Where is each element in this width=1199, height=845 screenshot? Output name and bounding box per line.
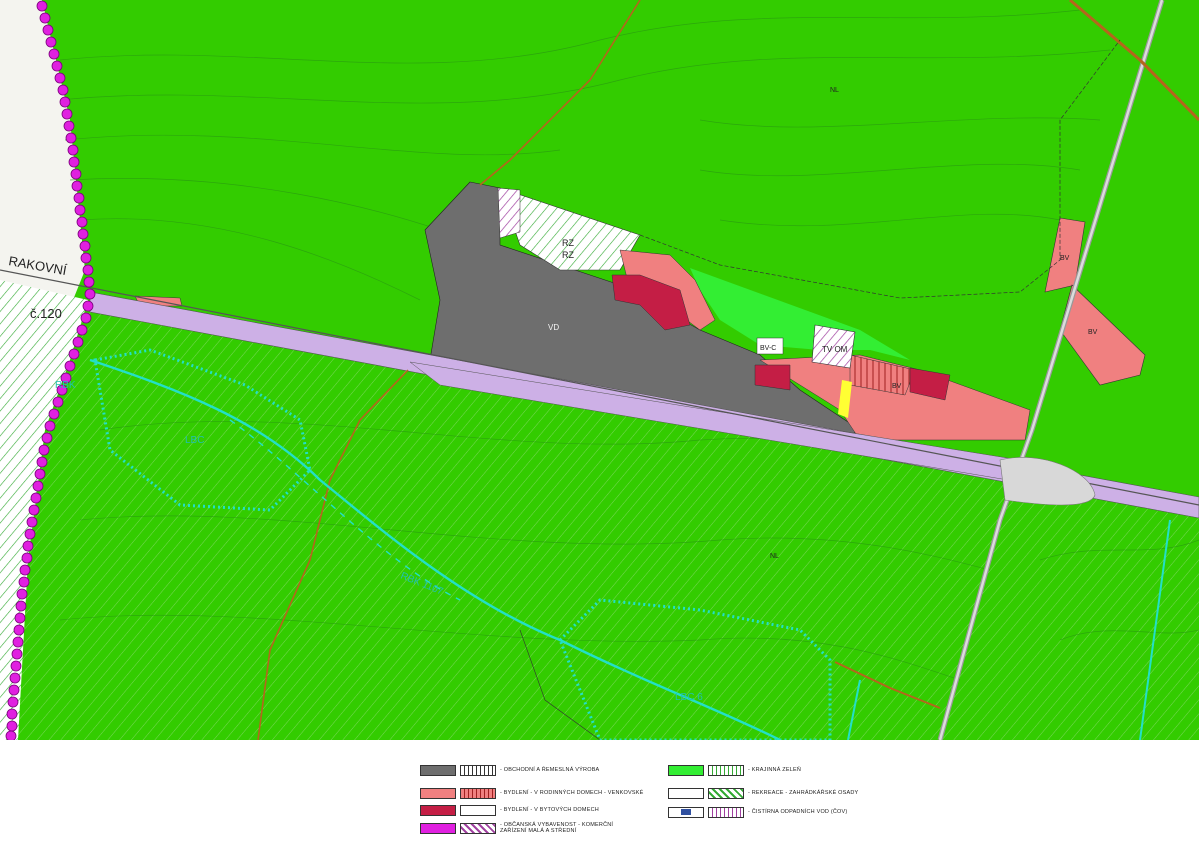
label-tv-om: TV OM xyxy=(822,345,848,354)
legend-swatch-civic-hatched xyxy=(460,822,496,834)
legend-item-wwtp: - ČISTÍRNA ODPADNÍCH VOD (ČOV) xyxy=(668,804,847,820)
label-bv-2: BV xyxy=(1088,329,1098,336)
legend-item-recreation: - REKREACE - ZAHRÁDKÁŘSKÉ OSADY xyxy=(668,785,858,801)
legend-swatch-recreation xyxy=(668,787,704,799)
label-vd: VD xyxy=(548,323,559,332)
legend-item-housing-rural: - BYDLENÍ - V RODINNÝCH DOMECH - VENKOVS… xyxy=(420,785,643,801)
label-lbc-left: LBC xyxy=(185,435,204,446)
civic-hatch-zone xyxy=(497,187,521,239)
label-rbk-left: RBK xyxy=(55,380,76,391)
label-bvc: BV-C xyxy=(760,345,776,352)
legend-label-housing-block: - BYDLENÍ - V BYTOVÝCH DOMECH xyxy=(500,807,599,813)
legend-swatch-housing-rural-hatched xyxy=(460,787,496,799)
legend-item-housing-block: - BYDLENÍ - V BYTOVÝCH DOMECH xyxy=(420,802,599,818)
map-legend: - OBCHODNÍ A ŘEMESLNÁ VÝROBA - BYDLENÍ -… xyxy=(0,740,1199,845)
legend-label-recreation: - REKREACE - ZAHRÁDKÁŘSKÉ OSADY xyxy=(748,790,859,796)
legend-swatch-recreation-hatched xyxy=(708,787,744,799)
legend-label-production: - OBCHODNÍ A ŘEMESLNÁ VÝROBA xyxy=(500,767,600,773)
legend-label-landscape-green: - KRAJINNÁ ZELEŇ xyxy=(748,767,802,773)
legend-swatch-civic xyxy=(420,822,456,834)
legend-swatch-housing-block-proposed xyxy=(460,804,496,816)
legend-item-landscape-green: - KRAJINNÁ ZELEŇ xyxy=(668,762,801,778)
legend-label-wwtp: - ČISTÍRNA ODPADNÍCH VOD (ČOV) xyxy=(748,809,848,815)
label-rz-2: RZ xyxy=(562,250,574,260)
label-rz-1: RZ xyxy=(562,238,574,248)
zoning-map[interactable]: RAKOVNÍ č.120 RBK NL NL VD RZ RZ BV BV B… xyxy=(0,0,1199,740)
legend-label-civic: - OBČANSKÁ VYBAVENOST - KOMERČNÍ ZAŘÍZEN… xyxy=(500,822,614,834)
label-bv-1: BV xyxy=(1060,255,1070,262)
legend-item-civic: - OBČANSKÁ VYBAVENOST - KOMERČNÍ ZAŘÍZEN… xyxy=(420,820,620,836)
legend-swatch-housing-rural xyxy=(420,787,456,799)
legend-item-production: - OBCHODNÍ A ŘEMESLNÁ VÝROBA xyxy=(420,762,599,778)
legend-swatch-landscape-green-hatched xyxy=(708,764,744,776)
legend-swatch-landscape-green xyxy=(668,764,704,776)
label-road-number: č.120 xyxy=(30,306,62,321)
legend-swatch-wwtp-hatched xyxy=(708,806,744,818)
legend-swatch-housing-block xyxy=(420,804,456,816)
label-lbc-right: LBC 6 xyxy=(675,692,703,703)
legend-swatch-production-hatched xyxy=(460,764,496,776)
legend-swatch-production xyxy=(420,764,456,776)
legend-swatch-wwtp xyxy=(668,806,704,818)
label-nl-bottom: NL xyxy=(770,553,779,560)
label-bv-3: BV xyxy=(892,383,902,390)
label-nl-top: NL xyxy=(830,87,839,94)
legend-label-housing-rural: - BYDLENÍ - V RODINNÝCH DOMECH - VENKOVS… xyxy=(500,790,644,796)
